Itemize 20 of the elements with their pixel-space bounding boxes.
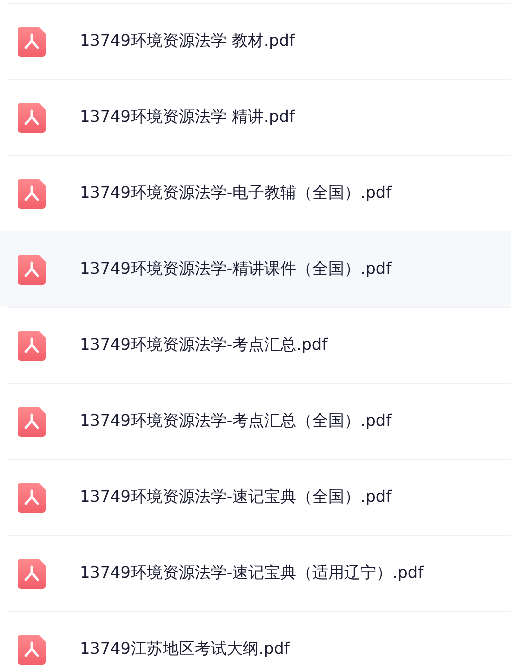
file-name: 13749环境资源法学 教材.pdf: [80, 31, 296, 52]
file-row[interactable]: 13749江苏地区考试大纲.pdf: [8, 611, 511, 667]
pdf-file-icon: [18, 178, 46, 208]
file-name: 13749环境资源法学 精讲.pdf: [80, 107, 296, 128]
file-name: 13749环境资源法学-电子教辅（全国）.pdf: [80, 183, 392, 204]
pdf-file-icon: [18, 558, 46, 588]
pdf-file-icon: [18, 634, 46, 664]
pdf-file-icon: [18, 406, 46, 436]
file-name: 13749江苏地区考试大纲.pdf: [80, 639, 290, 660]
file-name: 13749环境资源法学-速记宝典（全国）.pdf: [80, 487, 392, 508]
file-row[interactable]: 13749环境资源法学-精讲课件（全国）.pdf: [0, 231, 511, 307]
pdf-file-icon: [18, 102, 46, 132]
file-name: 13749环境资源法学-精讲课件（全国）.pdf: [80, 259, 392, 280]
file-name: 13749环境资源法学-速记宝典（适用辽宁）.pdf: [80, 563, 424, 584]
file-name: 13749环境资源法学-考点汇总（全国）.pdf: [80, 411, 392, 432]
pdf-file-icon: [18, 26, 46, 56]
pdf-file-icon: [18, 254, 46, 284]
pdf-file-icon: [18, 330, 46, 360]
pdf-file-icon: [18, 482, 46, 512]
file-name: 13749环境资源法学-考点汇总.pdf: [80, 335, 328, 356]
